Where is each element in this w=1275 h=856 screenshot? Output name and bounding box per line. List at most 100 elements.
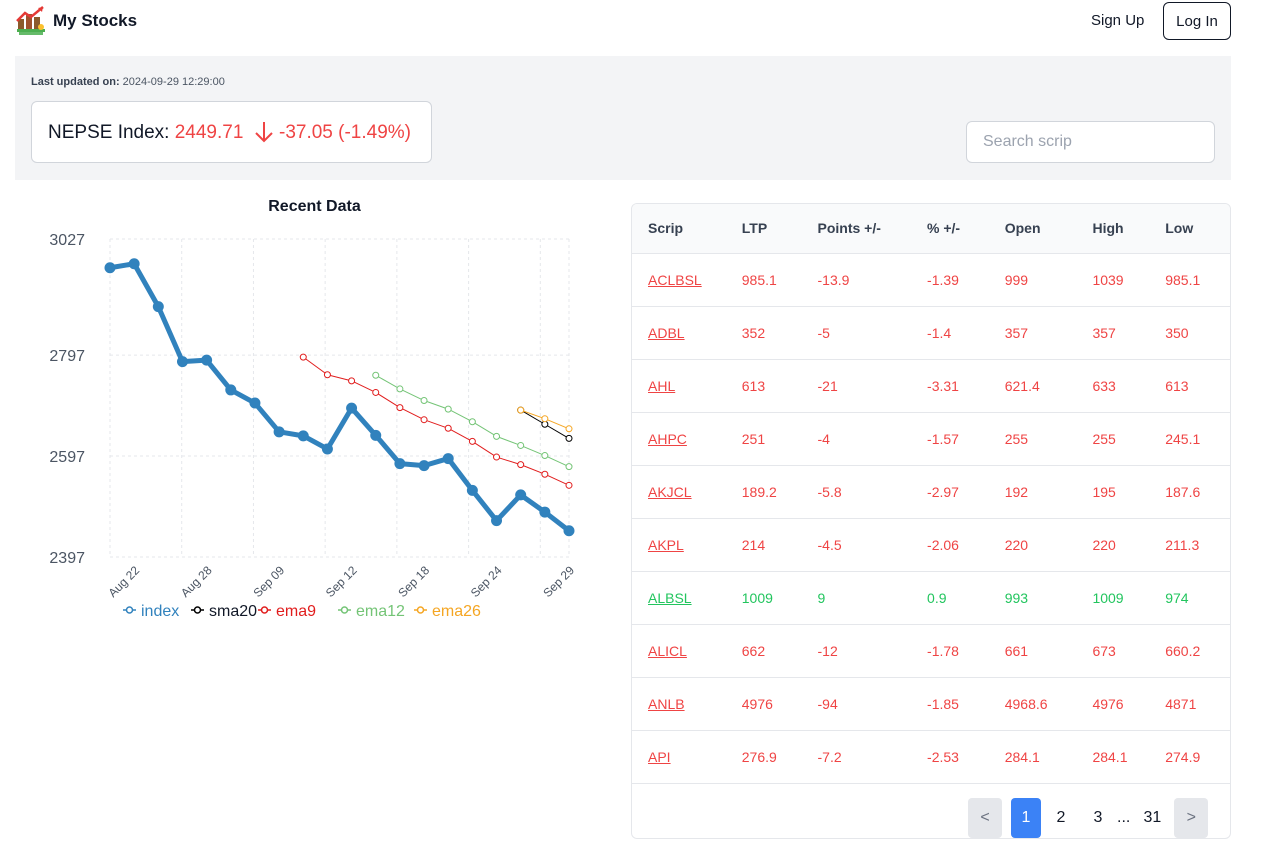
last-updated-label: Last updated on: xyxy=(31,76,120,88)
table-cell: 9 xyxy=(817,589,826,606)
data-point-ema9 xyxy=(420,416,428,424)
table-row: AKPL 214 -4.5 -2.06 220 220 211.3 xyxy=(632,518,1230,571)
data-point-ema9 xyxy=(468,437,476,445)
table-cell: 660.2 xyxy=(1165,642,1201,659)
pagination-ellipsis: ... xyxy=(1117,809,1131,826)
sign-up-link[interactable]: Sign Up xyxy=(1091,12,1144,29)
scrip-link[interactable]: AHL xyxy=(648,378,675,394)
scrip-cell: ALBSL xyxy=(632,571,726,624)
table-cell: -13.9 xyxy=(817,271,850,288)
column-header: Open xyxy=(1004,220,1041,237)
column-header: Points +/- xyxy=(817,220,881,237)
data-point-index xyxy=(104,262,116,274)
table-cell: 255 xyxy=(1004,430,1029,447)
table-cell: 985.1 xyxy=(741,271,777,288)
table-cell: -5.8 xyxy=(817,483,842,500)
last-updated-value: 2024-09-29 12:29:00 xyxy=(122,76,225,88)
scrip-link[interactable]: AKPL xyxy=(648,537,684,553)
scrip-link[interactable]: ANLB xyxy=(648,696,685,712)
table-cell: -2.97 xyxy=(927,483,959,500)
table-cell: 4968.6 xyxy=(1004,695,1048,712)
data-point-index xyxy=(370,429,382,441)
table-cell: 673 xyxy=(1092,642,1116,659)
table-cell: 4871 xyxy=(1165,695,1197,712)
column-header: % +/- xyxy=(927,220,961,237)
chart-title: Recent Data xyxy=(268,198,361,215)
data-point-ema9 xyxy=(541,470,549,478)
table-cell: 4976 xyxy=(1092,695,1124,712)
data-point-ema12 xyxy=(493,432,501,440)
table-cell: -4.5 xyxy=(817,536,842,553)
stocks-logo-icon[interactable] xyxy=(16,5,46,37)
data-point-ema9 xyxy=(565,481,573,489)
data-point-ema12 xyxy=(517,441,525,449)
table-row: AHL 613 -21 -3.31 621.4 633 613 xyxy=(632,359,1230,412)
scrip-link[interactable]: AKJCL xyxy=(648,484,692,500)
scrip-link[interactable]: AHPC xyxy=(648,431,687,447)
table-cell: 274.9 xyxy=(1165,748,1201,765)
scrip-link[interactable]: ACLBSL xyxy=(648,272,702,288)
data-point-index xyxy=(563,525,575,537)
table-cell: 662 xyxy=(741,642,766,659)
data-point-ema12 xyxy=(565,463,573,471)
y-tick-label: 3027 xyxy=(49,232,85,249)
column-header: LTP xyxy=(741,220,768,237)
scrip-cell: ALICL xyxy=(632,624,726,677)
page-3-button[interactable]: 3 xyxy=(1081,798,1115,838)
x-tick-label: Sep 09 xyxy=(250,563,287,600)
scrip-link[interactable]: ALICL xyxy=(648,643,687,659)
table-cell: 633 xyxy=(1092,377,1116,394)
scrip-link[interactable]: API xyxy=(648,749,671,765)
data-point-index xyxy=(491,515,503,527)
scrip-link[interactable]: ALBSL xyxy=(648,590,692,606)
market-summary: Last updated on: 2024-09-29 12:29:00 NEP… xyxy=(15,56,1231,180)
table-cell: 251 xyxy=(741,430,766,447)
nepse-index: NEPSE Index: 2449.71 xyxy=(48,122,243,144)
legend-marker-sma20 xyxy=(193,606,202,614)
data-point-index xyxy=(249,397,261,409)
last-updated: Last updated on: 2024-09-29 12:29:00 xyxy=(31,76,225,88)
table-row: ADBL 352 -5 -1.4 357 357 350 xyxy=(632,306,1230,359)
table-cell: 220 xyxy=(1092,536,1116,553)
table-cell: 974 xyxy=(1165,589,1189,606)
data-point-ema12 xyxy=(420,397,428,405)
table-cell: -21 xyxy=(817,377,838,394)
legend-marker-ema9 xyxy=(260,606,269,614)
data-point-index xyxy=(152,301,164,313)
scrip-cell: API xyxy=(632,730,726,783)
table-cell: 4976 xyxy=(741,695,773,712)
arrow-down-icon xyxy=(255,122,273,143)
brand-title[interactable]: My Stocks xyxy=(53,11,137,31)
table-cell: 1009 xyxy=(741,589,773,606)
table-cell: 255 xyxy=(1092,430,1116,447)
data-point-ema26 xyxy=(517,406,525,414)
log-in-button[interactable]: Log In xyxy=(1163,2,1231,40)
table-cell: -1.57 xyxy=(927,430,959,447)
table-row: ACLBSL 985.1 -13.9 -1.39 999 1039 985.1 xyxy=(632,253,1230,306)
y-tick-label: 2397 xyxy=(49,550,85,567)
table-cell: 352 xyxy=(741,324,766,341)
table-cell: 999 xyxy=(1004,271,1029,288)
legend-marker-index xyxy=(125,606,134,614)
page-31-button[interactable]: 31 xyxy=(1132,798,1172,838)
table-cell: -2.53 xyxy=(927,748,959,765)
table-cell: 195 xyxy=(1092,483,1116,500)
table-cell: 985.1 xyxy=(1165,271,1201,288)
prev-page-button[interactable]: < xyxy=(968,798,1002,838)
data-point-ema12 xyxy=(444,405,452,413)
next-page-button[interactable]: > xyxy=(1174,798,1209,838)
data-point-ema26 xyxy=(541,415,549,423)
page-1-button[interactable]: 1 xyxy=(1011,798,1041,838)
x-tick-label: Sep 29 xyxy=(540,563,577,600)
table-cell: 661 xyxy=(1004,642,1029,659)
scrip-link[interactable]: ADBL xyxy=(648,325,685,341)
table-cell: 189.2 xyxy=(741,483,777,500)
page-2-button[interactable]: 2 xyxy=(1041,798,1081,838)
table-cell: -94 xyxy=(817,695,838,712)
y-tick-label: 2797 xyxy=(49,348,85,365)
data-point-index xyxy=(225,384,237,396)
y-tick-label: 2597 xyxy=(49,449,85,466)
data-point-ema26 xyxy=(565,425,573,433)
data-point-index xyxy=(128,258,140,270)
search-scrip-input[interactable] xyxy=(966,121,1215,163)
